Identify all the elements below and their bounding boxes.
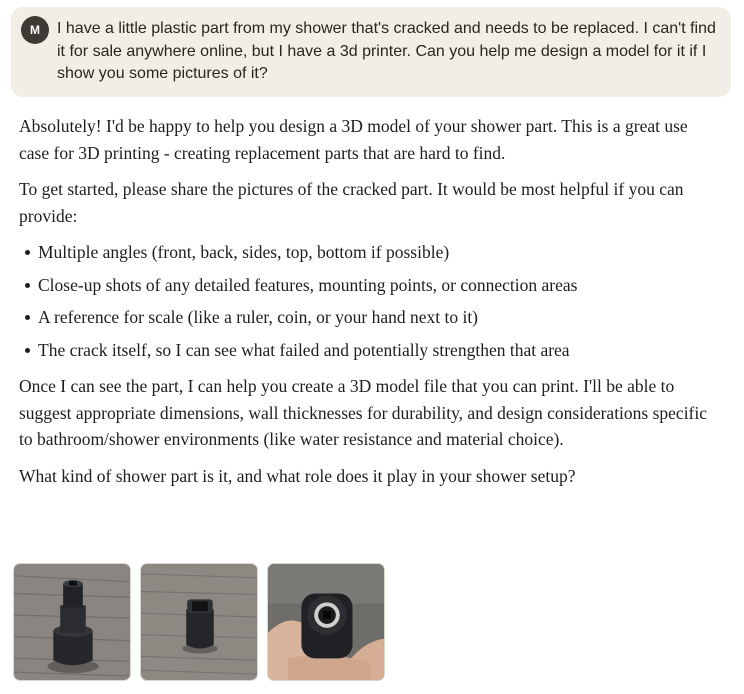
attachment-thumbnail-2[interactable] xyxy=(140,563,258,681)
user-message-text: I have a little plastic part from my sho… xyxy=(57,20,716,82)
response-question: What kind of shower part is it, and what… xyxy=(19,465,576,486)
photo-part-in-hand-image xyxy=(268,564,384,680)
list-item: Close-up shots of any detailed features,… xyxy=(25,272,709,299)
assistant-response: Absolutely! I'd be happy to help you des… xyxy=(19,113,709,499)
list-item: The crack itself, so I can see what fail… xyxy=(25,337,709,364)
user-avatar: M xyxy=(21,16,49,44)
list-item: A reference for scale (like a ruler, coi… xyxy=(25,304,709,331)
attachment-thumbnail-1[interactable] xyxy=(13,563,131,681)
attachment-row xyxy=(13,563,385,681)
response-intro: Absolutely! I'd be happy to help you des… xyxy=(19,116,688,163)
list-item: Multiple angles (front, back, sides, top… xyxy=(25,239,709,266)
photo-part-square-opening-image xyxy=(141,564,257,680)
attachment-thumbnail-3[interactable] xyxy=(267,563,385,681)
user-message: M I have a little plastic part from my s… xyxy=(11,7,731,97)
response-request: To get started, please share the picture… xyxy=(19,179,684,226)
response-followup: Once I can see the part, I can help you … xyxy=(19,376,708,449)
response-bullet-list: Multiple angles (front, back, sides, top… xyxy=(19,239,709,363)
photo-part-upright-image xyxy=(14,564,130,680)
